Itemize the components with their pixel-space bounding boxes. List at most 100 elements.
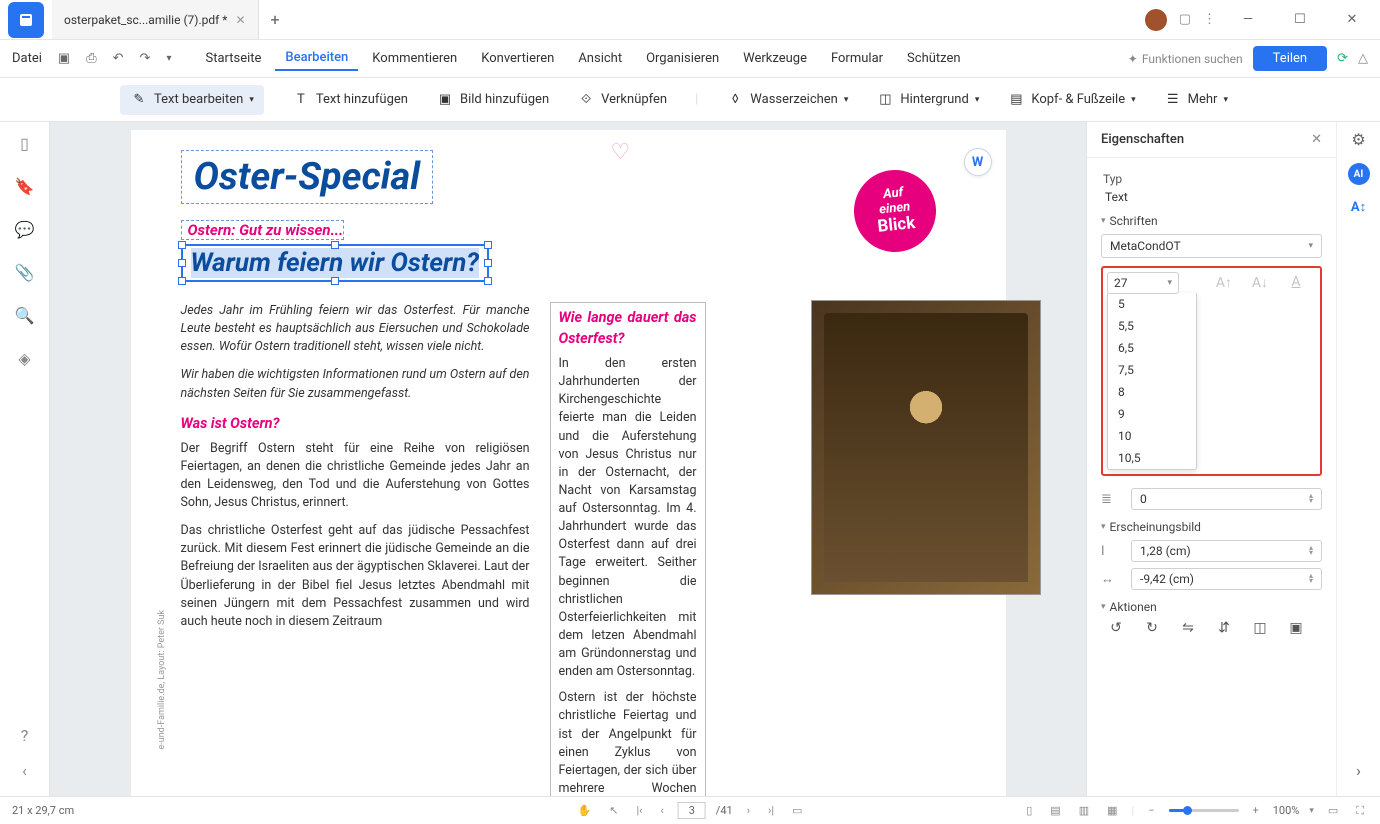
close-tab-icon[interactable]: ✕ (235, 13, 245, 27)
size-option[interactable]: 10 (1108, 425, 1196, 447)
flip-horizontal-icon[interactable]: ⇋ (1179, 620, 1197, 636)
actions-section-header[interactable]: Aktionen (1101, 600, 1322, 614)
line-spacing-input[interactable]: 0 ▴▾ (1131, 488, 1322, 510)
background-button[interactable]: ◫ Hintergrund▾ (876, 91, 979, 109)
view-facing-icon[interactable]: ▥ (1075, 804, 1093, 817)
rotate-right-icon[interactable]: ↻ (1143, 620, 1161, 636)
convert-icon[interactable]: A↕ (1351, 199, 1366, 215)
menu-organisieren[interactable]: Organisieren (636, 47, 729, 70)
fit-width-icon[interactable]: ▭ (1324, 804, 1342, 817)
zoom-out-icon[interactable]: − (1144, 804, 1158, 817)
size-option[interactable]: 8 (1108, 381, 1196, 403)
size-option[interactable]: 10,5 (1108, 447, 1196, 469)
hand-tool-icon[interactable]: ✋ (574, 804, 596, 817)
decrease-size-icon[interactable]: A↓ (1251, 274, 1269, 291)
subtitle2-textbox-selected[interactable]: Warum feiern wir Ostern? (181, 244, 489, 282)
link-button[interactable]: ⟐ Verknüpfen (577, 91, 667, 109)
sync-icon[interactable]: ⟳ (1337, 51, 1348, 66)
flip-vertical-icon[interactable]: ⇵ (1215, 620, 1233, 636)
size-option[interactable]: 6,5 (1108, 337, 1196, 359)
print-icon[interactable]: ⎙ (80, 47, 102, 70)
document-tab[interactable]: osterpaket_sc...amilie (7).pdf * ✕ (52, 0, 259, 39)
collapse-sidebar-icon[interactable]: ‹ (22, 761, 27, 780)
watermark-button[interactable]: ◊ Wasserzeichen▾ (726, 91, 848, 109)
close-panel-icon[interactable]: ✕ (1311, 132, 1322, 147)
title-textbox[interactable]: Oster-Special (181, 150, 434, 204)
view-single-icon[interactable]: ▯ (1022, 804, 1036, 817)
zoom-value[interactable]: 100% (1273, 804, 1300, 817)
page-number-input[interactable]: 3 (678, 802, 706, 819)
expand-rail-icon[interactable]: › (1356, 761, 1361, 780)
minimize-button[interactable]: — (1228, 0, 1268, 40)
rotate-left-icon[interactable]: ↺ (1107, 620, 1125, 636)
comment-icon[interactable]: ▢ (1179, 12, 1191, 27)
menu-konvertieren[interactable]: Konvertieren (471, 47, 564, 70)
save-icon[interactable]: ▣ (52, 47, 76, 70)
chevron-down-icon[interactable]: ▾ (160, 49, 177, 68)
layers-icon[interactable]: ◈ (18, 349, 30, 368)
next-page-icon[interactable]: › (743, 804, 754, 817)
last-page-icon[interactable]: ›| (764, 804, 778, 817)
file-menu[interactable]: Datei (12, 51, 42, 66)
zoom-slider[interactable] (1169, 809, 1239, 812)
first-page-icon[interactable]: |‹ (632, 804, 646, 817)
attachments-icon[interactable]: 📎 (15, 263, 35, 282)
view-continuous-icon[interactable]: ▤ (1046, 804, 1064, 817)
maximize-button[interactable]: ☐ (1280, 0, 1320, 40)
menu-schuetzen[interactable]: Schützen (897, 47, 971, 70)
menu-bearbeiten[interactable]: Bearbeiten (275, 46, 358, 71)
subtitle1-textbox[interactable]: Ostern: Gut zu wissen... (181, 220, 345, 240)
appearance-section-header[interactable]: Erscheinungsbild (1101, 520, 1322, 534)
search-icon[interactable]: 🔍 (15, 306, 35, 325)
read-mode-icon[interactable]: ▭ (788, 804, 806, 817)
prev-page-icon[interactable]: ‹ (656, 804, 667, 817)
select-tool-icon[interactable]: ↖ (605, 804, 622, 817)
height-input[interactable]: -9,42 (cm) ▴▾ (1131, 568, 1322, 590)
view-book-icon[interactable]: ▦ (1103, 804, 1121, 817)
collapse-ribbon-icon[interactable]: △ (1358, 51, 1368, 66)
undo-icon[interactable]: ↶ (107, 47, 130, 70)
crop-icon[interactable]: ◫ (1251, 620, 1269, 636)
word-export-badge[interactable]: W (964, 148, 992, 176)
add-image-button[interactable]: ▣ Bild hinzufügen (436, 91, 549, 109)
thumbnails-icon[interactable]: ▯ (20, 134, 29, 153)
fonts-section-header[interactable]: Schriften (1101, 214, 1322, 228)
font-color-icon[interactable]: A (1287, 274, 1305, 291)
width-input[interactable]: 1,28 (cm) ▴▾ (1131, 540, 1322, 562)
close-window-button[interactable]: ✕ (1332, 0, 1372, 40)
function-search[interactable]: ✦ Funktionen suchen (1128, 52, 1243, 66)
content-image[interactable] (811, 300, 1041, 595)
menu-ansicht[interactable]: Ansicht (568, 47, 632, 70)
bookmarks-icon[interactable]: 🔖 (15, 177, 35, 196)
add-text-button[interactable]: T Text hinzufügen (292, 91, 408, 109)
fullscreen-icon[interactable]: ⛶ (1352, 804, 1368, 818)
font-size-dropdown[interactable]: 5 5,5 6,5 7,5 8 9 10 10,5 (1107, 293, 1197, 470)
font-size-input[interactable]: 27 ▾ (1107, 272, 1179, 294)
menu-formular[interactable]: Formular (821, 47, 893, 70)
ai-icon[interactable]: AI (1348, 163, 1370, 185)
menu-startseite[interactable]: Startseite (195, 47, 271, 70)
document-canvas[interactable]: W ♡ Oster-Special Ostern: Gut zu wissen.… (50, 122, 1086, 796)
size-option[interactable]: 5,5 (1108, 315, 1196, 337)
size-option[interactable]: 9 (1108, 403, 1196, 425)
zoom-in-icon[interactable]: + (1249, 804, 1263, 817)
replace-icon[interactable]: ▣ (1287, 620, 1305, 636)
header-footer-button[interactable]: ▤ Kopf- & Fußzeile▾ (1007, 91, 1135, 109)
user-avatar[interactable] (1145, 9, 1167, 31)
size-option[interactable]: 7,5 (1108, 359, 1196, 381)
font-family-select[interactable]: MetaCondOT ▾ (1101, 234, 1322, 258)
comments-icon[interactable]: 💬 (15, 220, 35, 239)
chevron-down-icon: ▾ (1308, 241, 1313, 251)
more-button[interactable]: ☰ Mehr▾ (1164, 91, 1228, 109)
help-icon[interactable]: ? (21, 726, 29, 745)
redo-icon[interactable]: ↷ (134, 47, 157, 70)
settings-icon[interactable]: ⚙ (1351, 130, 1365, 149)
size-option[interactable]: 5 (1108, 293, 1196, 315)
share-button[interactable]: Teilen (1253, 46, 1327, 71)
new-tab-button[interactable]: + (259, 10, 292, 29)
increase-size-icon[interactable]: A↑ (1215, 274, 1233, 291)
edit-text-button[interactable]: ✎ Text bearbeiten ▾ (120, 85, 264, 115)
menu-werkzeuge[interactable]: Werkzeuge (733, 47, 817, 70)
kebab-menu-icon[interactable]: ⋮ (1203, 12, 1216, 27)
menu-kommentieren[interactable]: Kommentieren (362, 47, 467, 70)
